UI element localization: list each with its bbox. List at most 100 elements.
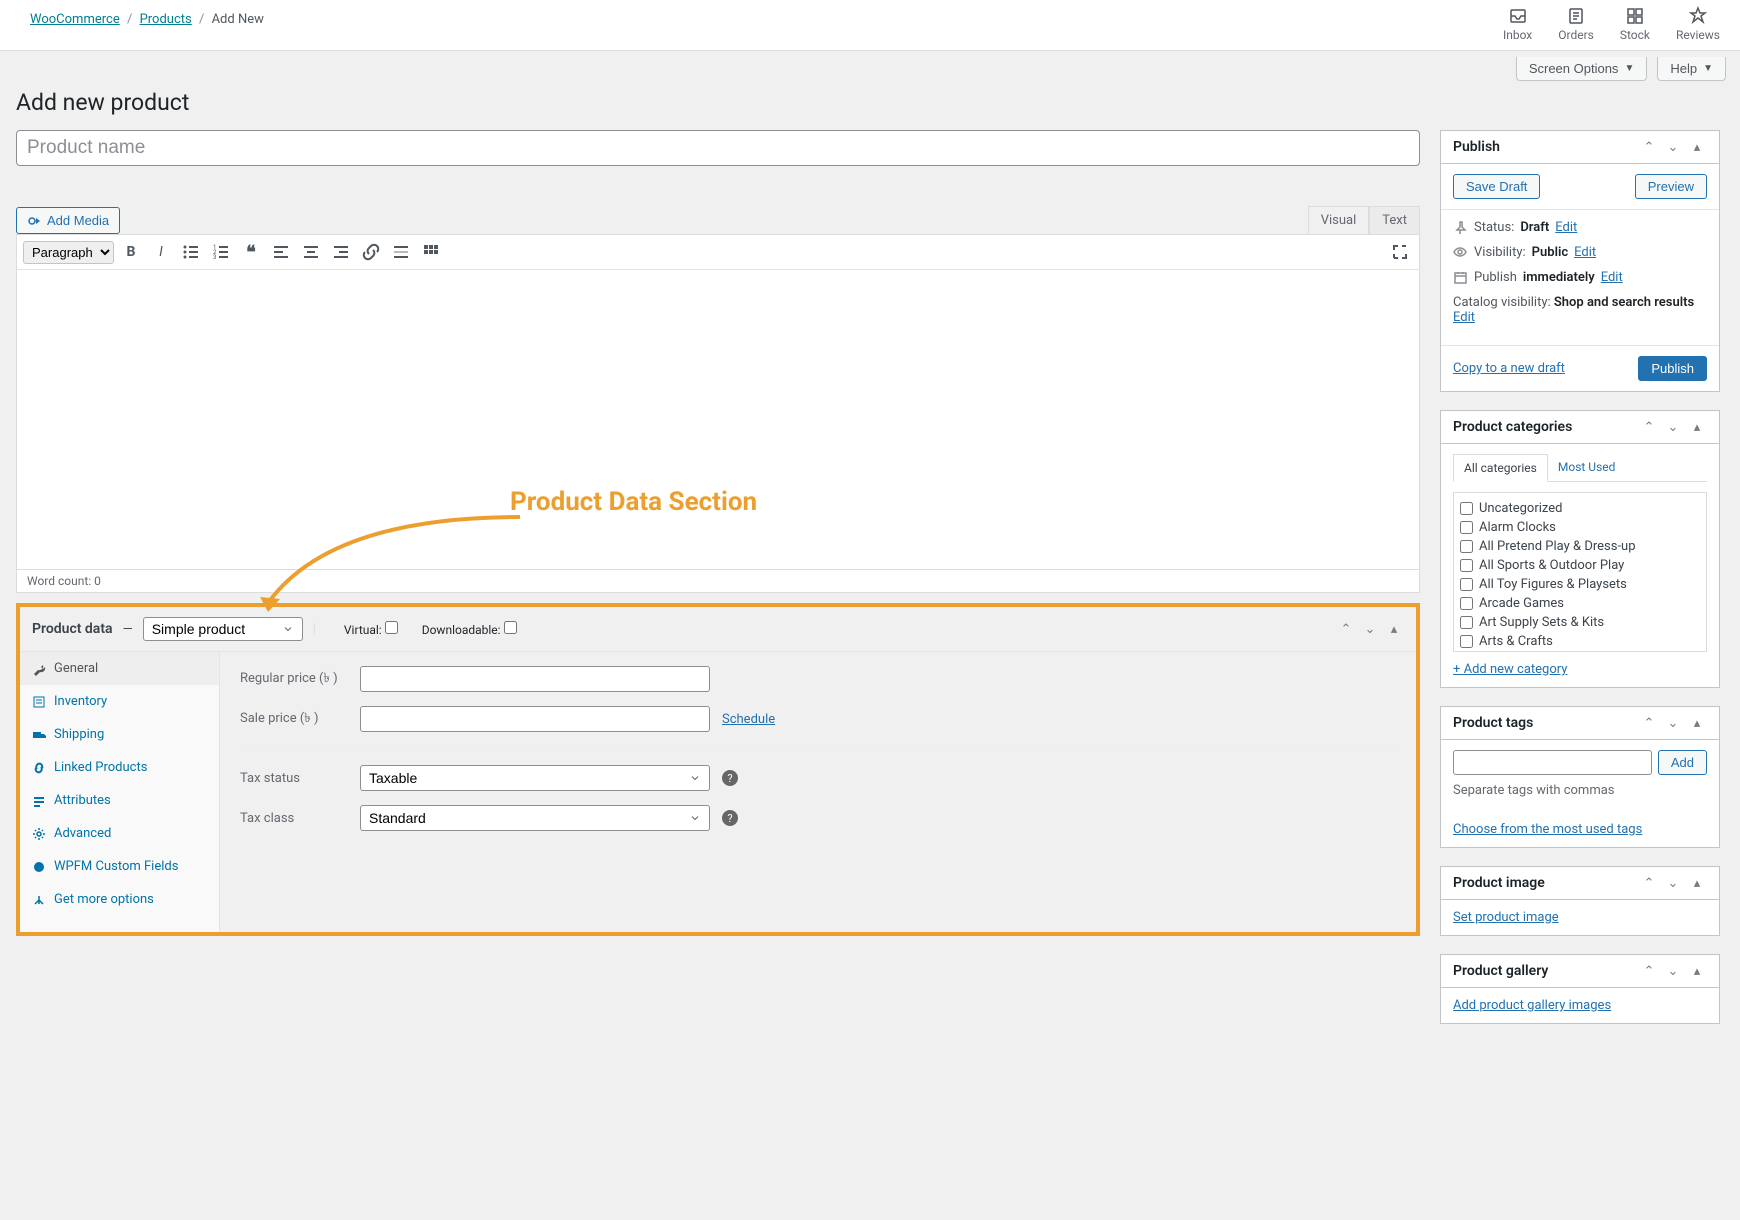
align-left-button[interactable]: [268, 239, 294, 265]
category-list[interactable]: Uncategorized Alarm Clocks All Pretend P…: [1453, 492, 1707, 652]
tax-status-label: Tax status: [240, 771, 360, 786]
choose-tags-link[interactable]: Choose from the most used tags: [1453, 822, 1642, 837]
add-gallery-link[interactable]: Add product gallery images: [1453, 998, 1611, 1013]
align-right-button[interactable]: [328, 239, 354, 265]
move-up-icon[interactable]: ⌃: [1639, 420, 1659, 435]
all-categories-tab[interactable]: All categories: [1453, 454, 1548, 482]
collapse-icon[interactable]: ▴: [1384, 622, 1404, 637]
stock-button[interactable]: Stock: [1620, 6, 1650, 42]
move-down-icon[interactable]: ⌄: [1663, 140, 1683, 155]
more-button[interactable]: [388, 239, 414, 265]
tab-wpfm[interactable]: WPFM Custom Fields: [20, 850, 219, 883]
paragraph-select[interactable]: Paragraph: [23, 241, 114, 264]
breadcrumb: WooCommerce / Products / Add New: [30, 6, 264, 42]
category-item[interactable]: Arts & Crafts: [1460, 632, 1700, 651]
tab-more-options[interactable]: Get more options: [20, 883, 219, 916]
tags-box: Product tags ⌃⌄▴ Add Separate tags with …: [1440, 706, 1720, 848]
sale-price-input[interactable]: [360, 706, 710, 732]
toolbar-toggle-button[interactable]: [418, 239, 444, 265]
downloadable-checkbox-label[interactable]: Downloadable:: [422, 621, 517, 637]
bold-button[interactable]: B: [118, 239, 144, 265]
editor-textarea[interactable]: [16, 270, 1420, 570]
orders-button[interactable]: Orders: [1558, 6, 1594, 42]
align-center-button[interactable]: [298, 239, 324, 265]
copy-draft-link[interactable]: Copy to a new draft: [1453, 361, 1565, 376]
preview-button[interactable]: Preview: [1635, 174, 1707, 199]
tax-class-select[interactable]: Standard: [360, 805, 710, 831]
category-item[interactable]: Art Supply Sets & Kits: [1460, 613, 1700, 632]
category-item[interactable]: All Toy Figures & Playsets: [1460, 575, 1700, 594]
quote-button[interactable]: ❝: [238, 239, 264, 265]
breadcrumb-products[interactable]: Products: [140, 12, 192, 27]
tag-input[interactable]: [1453, 750, 1652, 775]
product-gallery-box: Product gallery ⌃⌄▴ Add product gallery …: [1440, 954, 1720, 1024]
italic-button[interactable]: I: [148, 239, 174, 265]
add-category-link[interactable]: + Add new category: [1453, 662, 1567, 677]
chevron-down-icon: ▼: [1703, 63, 1713, 74]
product-name-input[interactable]: [16, 130, 1420, 166]
move-up-icon[interactable]: ⌃: [1639, 716, 1659, 731]
move-up-icon[interactable]: ⌃: [1336, 622, 1356, 637]
pin-icon: [1453, 220, 1468, 235]
add-tag-button[interactable]: Add: [1658, 750, 1707, 775]
schedule-link[interactable]: Schedule: [722, 712, 775, 727]
collapse-icon[interactable]: ▴: [1687, 964, 1707, 979]
collapse-icon[interactable]: ▴: [1687, 876, 1707, 891]
category-item[interactable]: Alarm Clocks: [1460, 518, 1700, 537]
edit-status-link[interactable]: Edit: [1555, 220, 1577, 235]
help-button[interactable]: Help▼: [1657, 57, 1726, 81]
collapse-icon[interactable]: ▴: [1687, 716, 1707, 731]
publish-title: Publish: [1453, 139, 1500, 155]
inventory-icon: [32, 695, 46, 709]
reviews-icon: [1688, 6, 1708, 26]
inbox-button[interactable]: Inbox: [1503, 6, 1532, 42]
help-icon[interactable]: ?: [722, 770, 738, 786]
breadcrumb-woocommerce[interactable]: WooCommerce: [30, 12, 120, 27]
edit-catalog-link[interactable]: Edit: [1453, 310, 1475, 325]
tab-attributes[interactable]: Attributes: [20, 784, 219, 817]
move-up-icon[interactable]: ⌃: [1639, 140, 1659, 155]
tab-advanced[interactable]: Advanced: [20, 817, 219, 850]
set-product-image-link[interactable]: Set product image: [1453, 910, 1559, 925]
reviews-button[interactable]: Reviews: [1676, 6, 1720, 42]
move-down-icon[interactable]: ⌄: [1663, 420, 1683, 435]
tax-status-select[interactable]: Taxable: [360, 765, 710, 791]
save-draft-button[interactable]: Save Draft: [1453, 174, 1540, 199]
category-item[interactable]: Arcade Games: [1460, 594, 1700, 613]
publish-button[interactable]: Publish: [1638, 356, 1707, 381]
fullscreen-button[interactable]: [1387, 239, 1413, 265]
downloadable-checkbox[interactable]: [504, 621, 517, 634]
regular-price-input[interactable]: [360, 666, 710, 692]
tab-visual[interactable]: Visual: [1308, 206, 1370, 234]
edit-visibility-link[interactable]: Edit: [1574, 245, 1596, 260]
tab-inventory[interactable]: Inventory: [20, 685, 219, 718]
move-down-icon[interactable]: ⌄: [1360, 622, 1380, 637]
edit-publish-link[interactable]: Edit: [1601, 270, 1623, 285]
most-used-tab[interactable]: Most Used: [1548, 454, 1626, 481]
link-button[interactable]: [358, 239, 384, 265]
add-media-button[interactable]: Add Media: [16, 207, 120, 234]
move-up-icon[interactable]: ⌃: [1639, 876, 1659, 891]
move-down-icon[interactable]: ⌄: [1663, 716, 1683, 731]
move-down-icon[interactable]: ⌄: [1663, 964, 1683, 979]
move-down-icon[interactable]: ⌄: [1663, 876, 1683, 891]
category-item[interactable]: Uncategorized: [1460, 499, 1700, 518]
screen-options-button[interactable]: Screen Options▼: [1516, 57, 1648, 81]
category-item[interactable]: All Sports & Outdoor Play: [1460, 556, 1700, 575]
collapse-icon[interactable]: ▴: [1687, 420, 1707, 435]
product-type-select[interactable]: Simple product: [143, 617, 303, 641]
move-up-icon[interactable]: ⌃: [1639, 964, 1659, 979]
virtual-checkbox[interactable]: [385, 621, 398, 634]
number-list-button[interactable]: 123: [208, 239, 234, 265]
tab-linked[interactable]: Linked Products: [20, 751, 219, 784]
collapse-icon[interactable]: ▴: [1687, 140, 1707, 155]
gear-icon: [32, 827, 46, 841]
help-icon[interactable]: ?: [722, 810, 738, 826]
tab-shipping[interactable]: Shipping: [20, 718, 219, 751]
tab-general[interactable]: General: [20, 652, 219, 685]
more-icon: [32, 893, 46, 907]
virtual-checkbox-label[interactable]: Virtual:: [344, 621, 398, 637]
tab-text[interactable]: Text: [1369, 206, 1420, 234]
category-item[interactable]: All Pretend Play & Dress-up: [1460, 537, 1700, 556]
bullet-list-button[interactable]: [178, 239, 204, 265]
